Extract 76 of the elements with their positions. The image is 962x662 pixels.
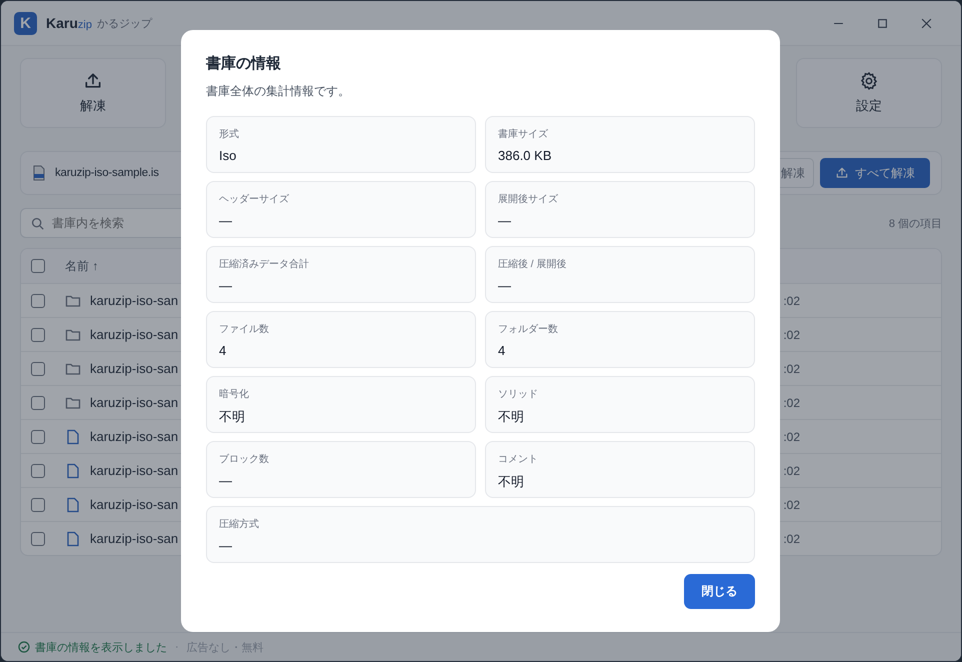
app-logo: K [14, 12, 37, 34]
info-label: 圧縮方式 [219, 518, 260, 531]
checkbox[interactable] [31, 294, 45, 308]
close-dialog-button[interactable]: 閉じる [684, 574, 755, 609]
info-label: 圧縮後 / 展開後 [498, 258, 568, 271]
info-label: 暗号化 [219, 388, 250, 401]
modified-time: :02 [783, 430, 800, 444]
info-value: — [219, 473, 233, 488]
modified-time: :02 [783, 396, 800, 410]
toolbar-button[interactable]: 設定 [796, 58, 942, 128]
modified-time: :02 [783, 464, 800, 478]
toolbar-button[interactable]: 解凍 [20, 58, 166, 128]
file-icon [65, 530, 81, 546]
info-value: — [219, 278, 233, 293]
dialog-subtitle: 書庫全体の集計情報です。 [206, 83, 351, 100]
checkbox[interactable] [31, 532, 45, 546]
modified-time: :02 [783, 362, 800, 376]
info-value: — [219, 538, 233, 553]
info-value: — [498, 278, 512, 293]
checkbox[interactable] [31, 464, 45, 478]
modified-time: :02 [783, 294, 800, 308]
app-subtitle: かるジップ [96, 16, 152, 30]
info-label: ブロック数 [219, 452, 270, 466]
file-icon [65, 496, 81, 512]
file-name[interactable]: karuzip-iso-san [90, 293, 178, 308]
info-value: — [498, 213, 512, 228]
info-label: フォルダー数 [498, 323, 559, 336]
info-value: 不明 [498, 408, 525, 426]
file-name[interactable]: karuzip-iso-san [90, 327, 178, 342]
info-value: 386.0 KB [498, 148, 552, 163]
info-label: コメント [498, 453, 539, 466]
item-count: 8 個の項目 [888, 216, 942, 230]
gear-icon [859, 71, 879, 91]
archive-file-icon [31, 165, 47, 181]
status-message: 書庫の情報を表示しました [35, 640, 167, 654]
info-value: 4 [219, 343, 228, 358]
info-label: 形式 [219, 128, 240, 141]
maximize-icon[interactable] [876, 18, 888, 28]
info-label: ヘッダーサイズ [219, 193, 290, 206]
checkbox[interactable] [31, 498, 45, 512]
file-name[interactable]: karuzip-iso-san [90, 429, 178, 444]
checkbox[interactable] [31, 396, 45, 410]
column-header[interactable]: 名前 ↑ [65, 258, 98, 274]
info-label: 圧縮済みデータ合計 [219, 258, 310, 271]
checkbox[interactable] [31, 430, 45, 444]
close-icon[interactable] [920, 18, 932, 28]
check-circle-icon [18, 641, 30, 653]
checkbox[interactable] [31, 362, 45, 376]
info-label: 書庫サイズ [498, 128, 549, 141]
separator: · [175, 641, 179, 653]
info-label: ファイル数 [219, 323, 270, 336]
checkbox[interactable] [31, 328, 45, 342]
info-value: — [219, 213, 233, 228]
file-name[interactable]: karuzip-iso-san [90, 497, 178, 512]
info-label: 展開後サイズ [498, 193, 559, 206]
info-value: 不明 [498, 473, 525, 491]
modified-time: :02 [783, 532, 800, 546]
modified-time: :02 [783, 328, 800, 342]
info-label: ソリッド [498, 388, 539, 401]
search-icon [31, 217, 44, 230]
info-value: 不明 [219, 408, 246, 426]
app-name: Karuzip [46, 15, 92, 31]
dialog-title: 書庫の情報 [206, 54, 282, 73]
upload-icon [835, 166, 849, 180]
file-icon [65, 428, 81, 444]
checkbox[interactable] [31, 259, 45, 273]
file-name[interactable]: karuzip-iso-san [90, 361, 178, 376]
modified-time: :02 [783, 498, 800, 512]
file-name[interactable]: karuzip-iso-san [90, 531, 178, 546]
archive-name: karuzip-iso-sample.is [55, 167, 159, 179]
info-value: Iso [219, 148, 238, 163]
file-name[interactable]: karuzip-iso-san [90, 463, 178, 478]
file-icon [65, 462, 81, 478]
file-name[interactable]: karuzip-iso-san [90, 395, 178, 410]
info-value: 4 [498, 343, 506, 358]
extract-all-button[interactable]: すべて解凍 [820, 158, 930, 188]
